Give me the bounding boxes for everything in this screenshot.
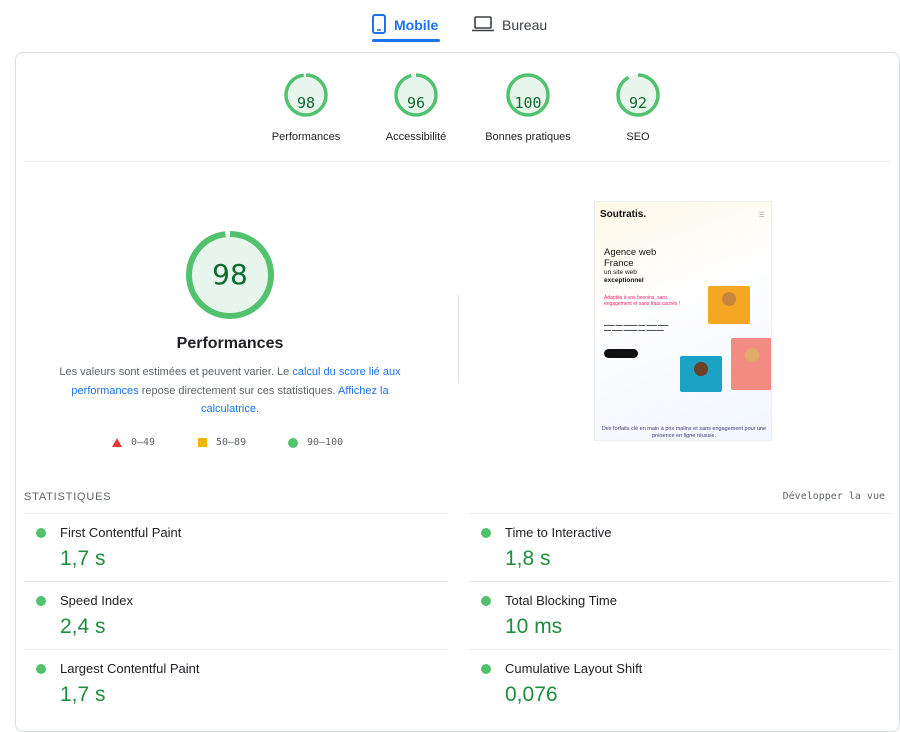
device-tabs: Mobile Bureau xyxy=(0,0,900,44)
performance-title: Performances xyxy=(176,335,284,352)
gauge-score: 92 xyxy=(628,94,648,112)
site-body-text: ▬▬▬ ▬▬ ▬▬▬▬ ▬▬ ▬▬▬ ▬▬▬ ▬▬ ▬▬▬ ▬▬▬▬ ▬▬ ▬▬… xyxy=(604,323,669,332)
page-screenshot-thumbnail[interactable]: Soutratis. ☰ Agence web France un site w… xyxy=(594,201,772,441)
person-photo-image xyxy=(680,356,722,392)
performance-score: 98 xyxy=(212,258,248,291)
pass-circle-icon xyxy=(36,596,46,606)
gauge-performance[interactable]: 98 Performances xyxy=(256,71,356,143)
metric-label: Largest Contentful Paint xyxy=(60,661,200,676)
gauge-label: Bonnes pratiques xyxy=(485,131,571,143)
stats-section-title: STATISTIQUES xyxy=(24,491,112,503)
site-subheadline: un site web exceptionnel xyxy=(604,269,644,284)
metric-first-contentful-paint: First Contentful Paint 1,7 s xyxy=(24,513,448,581)
person-photo-image xyxy=(708,286,750,324)
metric-cumulative-layout-shift: Cumulative Layout Shift 0,076 xyxy=(469,649,893,717)
site-tagline: Adaptés à vos besoins, sans engagement e… xyxy=(604,295,681,307)
pass-circle-icon xyxy=(481,528,491,538)
divider xyxy=(24,161,890,162)
metric-value: 0,076 xyxy=(505,683,558,706)
tab-desktop[interactable]: Bureau xyxy=(472,8,547,42)
tab-desktop-label: Bureau xyxy=(502,17,548,33)
laptop-icon xyxy=(472,15,494,35)
metric-total-blocking-time: Total Blocking Time 10 ms xyxy=(469,581,893,649)
pass-circle-icon xyxy=(36,664,46,674)
metric-time-to-interactive: Time to Interactive 1,8 s xyxy=(469,513,893,581)
vertical-divider xyxy=(458,295,459,383)
gauge-label: SEO xyxy=(626,131,650,143)
metric-value: 1,8 s xyxy=(505,547,551,570)
metric-label: Time to Interactive xyxy=(505,525,612,540)
hamburger-menu-icon: ☰ xyxy=(758,212,765,219)
pass-circle-icon xyxy=(36,528,46,538)
site-headline: Agence web France xyxy=(604,247,657,269)
gauge-score: 96 xyxy=(406,94,426,112)
tab-mobile[interactable]: Mobile xyxy=(372,8,438,42)
metric-value: 1,7 s xyxy=(60,547,106,570)
gauge-best-practices[interactable]: 100 Bonnes pratiques xyxy=(478,71,578,143)
gauge-score: 100 xyxy=(514,94,542,112)
metric-label: First Contentful Paint xyxy=(60,525,182,540)
site-footer-text: Des forfaits clé en main à prix malins e… xyxy=(601,426,767,439)
metric-value: 2,4 s xyxy=(60,615,106,638)
pass-circle-icon xyxy=(481,596,491,606)
expand-view-toggle[interactable]: Développer la vue xyxy=(783,491,885,502)
fail-triangle-icon xyxy=(112,438,122,447)
person-photo-image xyxy=(731,338,771,390)
gauge-label: Performances xyxy=(271,131,341,143)
performance-description: Les valeurs sont estimées et peuvent var… xyxy=(59,366,401,415)
tab-mobile-label: Mobile xyxy=(394,17,439,33)
metric-label: Total Blocking Time xyxy=(505,593,617,608)
site-cta-button xyxy=(604,349,638,358)
score-legend: 0–49 50–89 90–100 xyxy=(112,437,372,451)
legend-item-pass: 90–100 xyxy=(288,437,343,448)
metric-value: 1,7 s xyxy=(60,683,106,706)
metric-largest-contentful-paint: Largest Contentful Paint 1,7 s xyxy=(24,649,448,717)
smartphone-icon xyxy=(372,13,386,37)
metric-label: Cumulative Layout Shift xyxy=(505,661,643,676)
gauge-accessibility[interactable]: 96 Accessibilité xyxy=(366,71,466,143)
average-square-icon xyxy=(198,438,207,447)
gauge-seo[interactable]: 92 SEO xyxy=(588,71,688,143)
legend-item-fail: 0–49 xyxy=(112,437,155,448)
performance-gauge-large: 98 xyxy=(184,229,276,321)
active-tab-indicator xyxy=(372,39,440,42)
site-logo: Soutratis. xyxy=(600,209,647,220)
pass-circle-icon xyxy=(288,437,298,448)
metric-label: Speed Index xyxy=(60,593,134,608)
gauge-label: Accessibilité xyxy=(385,131,447,143)
pass-circle-icon xyxy=(481,664,491,674)
legend-item-average: 50–89 xyxy=(198,437,246,448)
metric-speed-index: Speed Index 2,4 s xyxy=(24,581,448,649)
gauge-score: 98 xyxy=(296,94,316,112)
metric-value: 10 ms xyxy=(505,615,563,638)
report-card: 98 Performances 96 Accessibilité 100 Bon… xyxy=(15,52,900,732)
category-gauges: 98 Performances 96 Accessibilité 100 Bon… xyxy=(256,71,696,151)
